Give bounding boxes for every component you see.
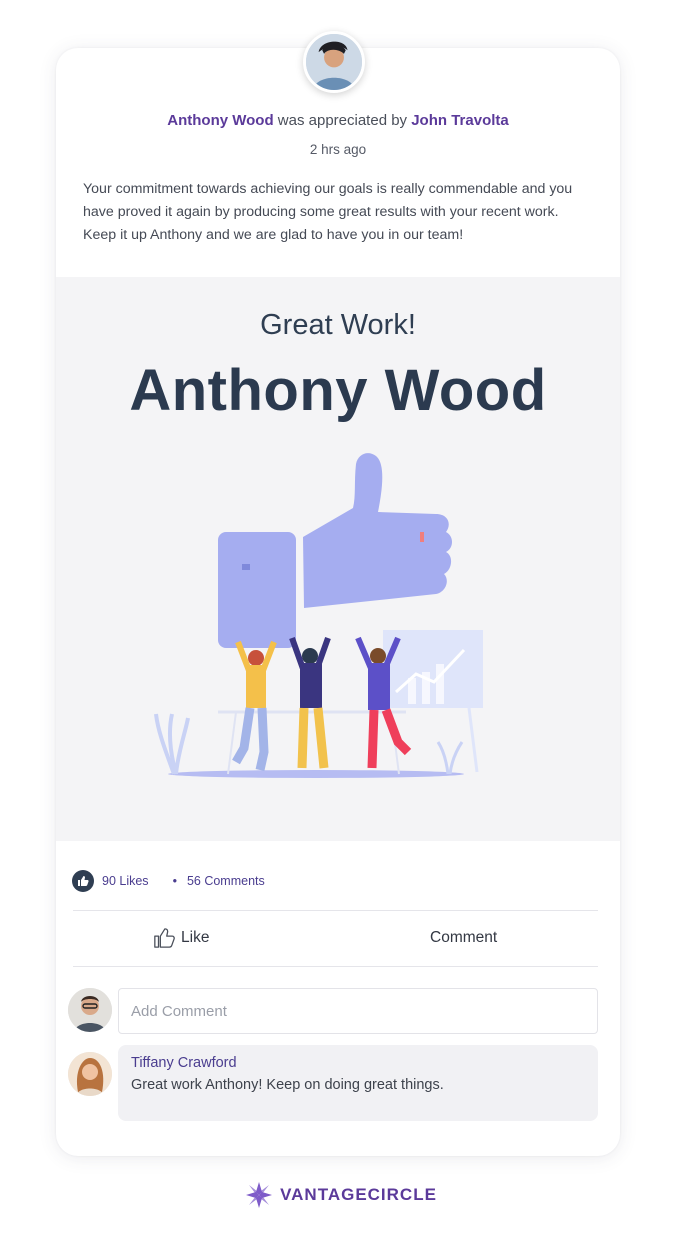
appreciation-post-card: Anthony Wood was appreciated by John Tra… <box>56 48 620 1156</box>
likes-count[interactable]: 90 Likes <box>102 874 149 888</box>
divider <box>73 966 598 967</box>
banner-recipient-name: Anthony Wood <box>129 358 547 423</box>
current-user-avatar <box>68 988 112 1032</box>
comment-item: Tiffany Crawford Great work Anthony! Kee… <box>118 1045 598 1121</box>
post-stats: 90 Likes • 56 Comments <box>72 870 265 892</box>
brand-footer: VANTAGECIRCLE <box>0 1180 681 1210</box>
post-header: Anthony Wood was appreciated by John Tra… <box>56 112 620 129</box>
like-button[interactable]: Like <box>153 918 209 958</box>
commenter-avatar <box>68 1052 112 1096</box>
recipient-name-link[interactable]: Anthony Wood <box>167 112 273 129</box>
giver-name-link[interactable]: John Travolta <box>411 112 509 129</box>
banner-subtitle: Great Work! <box>260 309 416 341</box>
comments-count[interactable]: 56 Comments <box>187 874 265 888</box>
like-count-icon <box>72 870 94 892</box>
comment-text: Great work Anthony! Keep on doing great … <box>131 1077 444 1093</box>
appreciation-banner: Great Work! Anthony Wood <box>56 277 620 841</box>
thumbs-up-team-illustration <box>154 453 483 778</box>
appreciated-by-text: was appreciated by <box>277 112 408 129</box>
post-timestamp: 2 hrs ago <box>309 142 367 157</box>
comment-author[interactable]: Tiffany Crawford <box>131 1055 585 1071</box>
comment-button[interactable]: Comment <box>430 918 497 958</box>
comment-button-label: Comment <box>430 929 498 946</box>
thumbs-up-icon <box>154 928 175 948</box>
add-comment-input[interactable] <box>118 988 598 1034</box>
vantage-circle-logo-icon <box>246 1182 273 1208</box>
stats-separator: • <box>172 874 177 888</box>
recipient-avatar[interactable] <box>303 31 365 93</box>
divider <box>73 910 598 911</box>
post-message: Your commitment towards achieving our go… <box>83 181 573 243</box>
like-button-label: Like <box>181 929 210 946</box>
brand-name: VANTAGECIRCLE <box>280 1185 437 1204</box>
post-actions: Like Comment <box>73 918 598 958</box>
